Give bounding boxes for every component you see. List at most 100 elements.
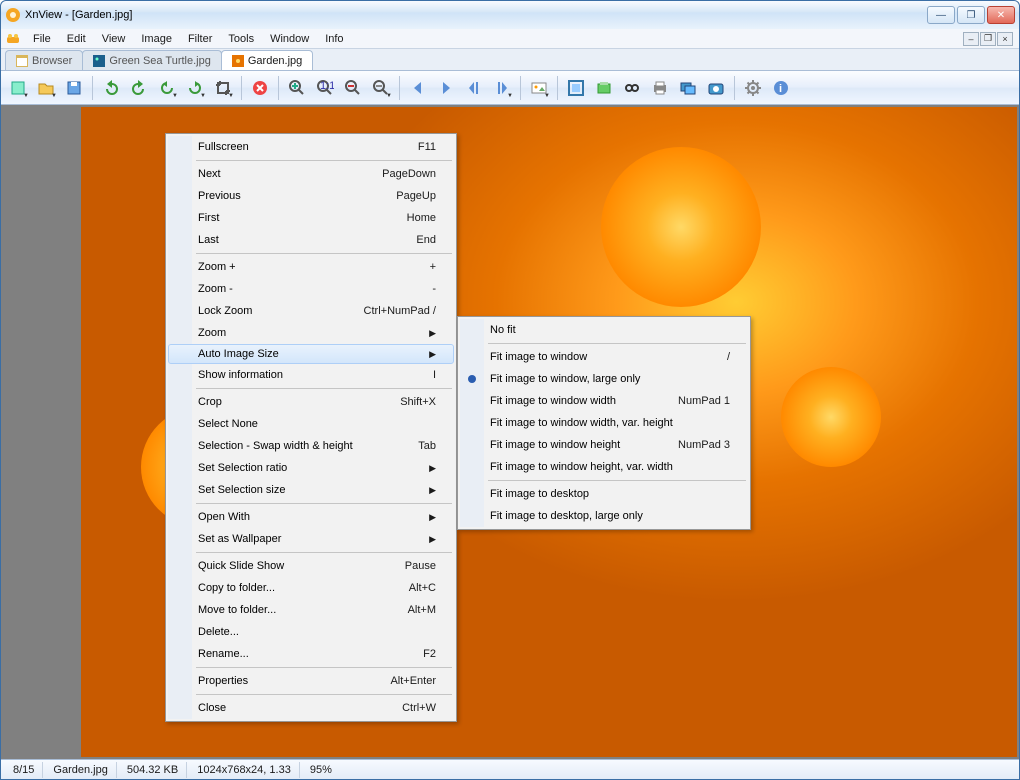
ctx-sub-item-fit-image-to-window-height-var-width[interactable]: Fit image to window height, var. width	[460, 456, 748, 478]
tab-garden[interactable]: Garden.jpg	[221, 50, 313, 70]
wizard-button[interactable]: ▼	[5, 75, 31, 101]
menu-tools[interactable]: Tools	[220, 31, 262, 47]
ctx-item-set-selection-ratio[interactable]: Set Selection ratio ▶	[168, 457, 454, 479]
ctx-item-copy-to-folder[interactable]: Copy to folder...Alt+C	[168, 577, 454, 599]
menu-item-label: First	[198, 212, 383, 224]
ctx-sub-item-fit-image-to-window-height[interactable]: Fit image to window heightNumPad 3	[460, 434, 748, 456]
mdi-restore[interactable]: ❐	[980, 32, 996, 46]
ctx-sub-item-fit-image-to-window[interactable]: Fit image to window/	[460, 346, 748, 368]
ctx-item-lock-zoom[interactable]: Lock ZoomCtrl+NumPad /	[168, 300, 454, 322]
menu-item-shortcut: Pause	[405, 560, 436, 572]
menu-item-label: Properties	[198, 675, 366, 687]
find-button[interactable]	[619, 75, 645, 101]
ctx-item-properties[interactable]: PropertiesAlt+Enter	[168, 670, 454, 692]
mdi-minimize[interactable]: –	[963, 32, 979, 46]
ctx-item-zoom[interactable]: Zoom --	[168, 278, 454, 300]
menu-edit[interactable]: Edit	[59, 31, 94, 47]
ctx-item-move-to-folder[interactable]: Move to folder...Alt+M	[168, 599, 454, 621]
menu-image[interactable]: Image	[133, 31, 180, 47]
menu-window[interactable]: Window	[262, 31, 317, 47]
ctx-item-previous[interactable]: PreviousPageUp	[168, 185, 454, 207]
toolbar-separator	[557, 76, 558, 100]
menu-file[interactable]: File	[25, 31, 59, 47]
menu-item-label: Fullscreen	[198, 141, 394, 153]
menu-item-label: Set Selection ratio	[198, 462, 405, 474]
submenu-arrow-icon: ▶	[429, 463, 436, 474]
slideshow-button[interactable]: ▼	[526, 75, 552, 101]
ctx-item-first[interactable]: FirstHome	[168, 207, 454, 229]
ctx-item-close[interactable]: CloseCtrl+W	[168, 697, 454, 719]
close-button[interactable]: ✕	[987, 6, 1015, 24]
ctx-item-set-as-wallpaper[interactable]: Set as Wallpaper▶	[168, 528, 454, 550]
menu-item-label: Fit image to window, large only	[490, 373, 730, 385]
settings-button[interactable]	[740, 75, 766, 101]
ctx-sub-item-fit-image-to-window-width[interactable]: Fit image to window widthNumPad 1	[460, 390, 748, 412]
menu-info[interactable]: Info	[317, 31, 351, 47]
ctx-sub-item-fit-image-to-desktop-large-only[interactable]: Fit image to desktop, large only	[460, 505, 748, 527]
window-buttons: — ❐ ✕	[927, 6, 1015, 24]
redo-button[interactable]	[126, 75, 152, 101]
ctx-item-zoom[interactable]: Zoom▶	[168, 322, 454, 344]
mdi-close[interactable]: ×	[997, 32, 1013, 46]
dropdown-arrow-icon: ▼	[172, 93, 178, 99]
menu-item-label: Close	[198, 702, 378, 714]
crop-button[interactable]: ▼	[210, 75, 236, 101]
next-button[interactable]	[433, 75, 459, 101]
zoom-fit-button[interactable]: ▼	[368, 75, 394, 101]
tab-browser[interactable]: Browser	[5, 50, 83, 70]
zoom-out-button[interactable]	[340, 75, 366, 101]
ctx-sub-item-fit-image-to-window-width-var-height[interactable]: Fit image to window width, var. height	[460, 412, 748, 434]
maximize-button[interactable]: ❐	[957, 6, 985, 24]
ctx-item-last[interactable]: LastEnd	[168, 229, 454, 251]
ctx-sub-item-no-fit[interactable]: No fit	[460, 319, 748, 341]
titlebar: XnView - [Garden.jpg] — ❐ ✕	[1, 1, 1019, 29]
tab-turtle[interactable]: Green Sea Turtle.jpg	[82, 50, 222, 70]
save-icon	[65, 79, 83, 97]
minimize-button[interactable]: —	[927, 6, 955, 24]
ctx-item-next[interactable]: NextPageDown	[168, 163, 454, 185]
ctx-item-set-selection-size[interactable]: Set Selection size▶	[168, 479, 454, 501]
ctx-item-quick-slide-show[interactable]: Quick Slide ShowPause	[168, 555, 454, 577]
submenu-arrow-icon: ▶	[429, 512, 436, 523]
ctx-item-crop[interactable]: CropShift+X	[168, 391, 454, 413]
ctx-item-selection-swap-width-height[interactable]: Selection - Swap width & heightTab	[168, 435, 454, 457]
ctx-sub-item-fit-image-to-desktop[interactable]: Fit image to desktop	[460, 483, 748, 505]
about-button[interactable]: i	[768, 75, 794, 101]
print-button[interactable]	[647, 75, 673, 101]
statusbar: 8/15 Garden.jpg 504.32 KB 1024x768x24, 1…	[1, 759, 1019, 779]
menu-filter[interactable]: Filter	[180, 31, 220, 47]
ctx-item-zoom[interactable]: Zoom ++	[168, 256, 454, 278]
zoom-1to1-icon: 1:1	[316, 79, 334, 97]
acquire-icon	[595, 79, 613, 97]
menu-view[interactable]: View	[94, 31, 134, 47]
acquire-button[interactable]	[591, 75, 617, 101]
menu-item-label: Delete...	[198, 626, 436, 638]
ctx-item-show-information[interactable]: Show informationI	[168, 364, 454, 386]
ctx-item-delete[interactable]: Delete...	[168, 621, 454, 643]
delete-button[interactable]	[247, 75, 273, 101]
ctx-item-auto-image-size[interactable]: Auto Image Size▶	[168, 344, 454, 364]
zoom-1to1-button[interactable]: 1:1	[312, 75, 338, 101]
toolbar: ▼▼▼▼▼1:1▼▼▼i	[1, 71, 1019, 105]
camera-button[interactable]	[703, 75, 729, 101]
ctx-item-select-none[interactable]: Select None	[168, 413, 454, 435]
rotate-ccw-button[interactable]: ▼	[154, 75, 180, 101]
menu-item-label: Crop	[198, 396, 376, 408]
ctx-item-open-with[interactable]: Open With▶	[168, 506, 454, 528]
menu-item-label: Previous	[198, 190, 372, 202]
undo-button[interactable]	[98, 75, 124, 101]
ctx-sub-item-fit-image-to-window-large-only[interactable]: Fit image to window, large only	[460, 368, 748, 390]
save-button[interactable]	[61, 75, 87, 101]
fullscreen-button[interactable]	[563, 75, 589, 101]
prev-button[interactable]	[405, 75, 431, 101]
zoom-in-button[interactable]	[284, 75, 310, 101]
ctx-item-fullscreen[interactable]: FullscreenF11	[168, 136, 454, 158]
open-button[interactable]: ▼	[33, 75, 59, 101]
ctx-item-rename[interactable]: Rename...F2	[168, 643, 454, 665]
batch-button[interactable]	[675, 75, 701, 101]
page-prev-button[interactable]	[461, 75, 487, 101]
rotate-cw-button[interactable]: ▼	[182, 75, 208, 101]
page-next-button[interactable]: ▼	[489, 75, 515, 101]
about-icon: i	[772, 79, 790, 97]
context-submenu-auto-image-size: No fit Fit image to window/Fit image to w…	[457, 316, 751, 530]
